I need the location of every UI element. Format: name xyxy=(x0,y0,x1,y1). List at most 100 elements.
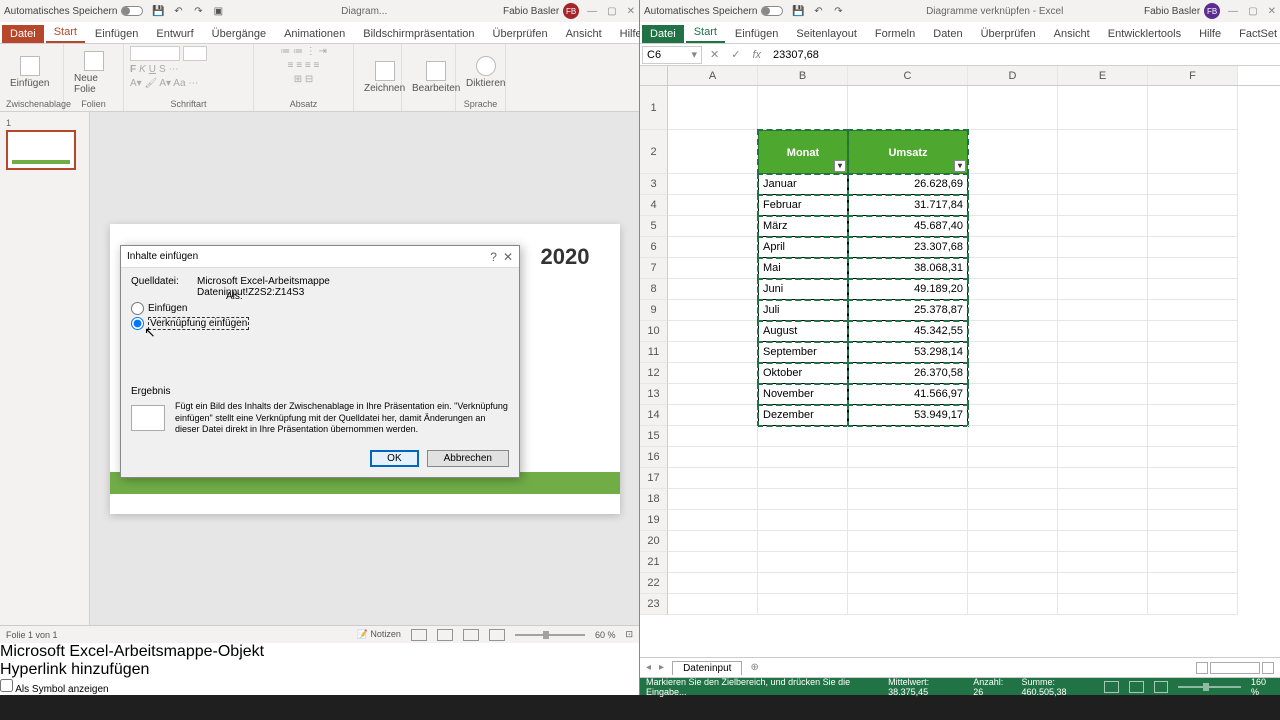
ex-view-layout-icon[interactable] xyxy=(1129,681,1144,693)
ex-tab-daten[interactable]: Daten xyxy=(925,25,970,43)
ex-view-break-icon[interactable] xyxy=(1154,681,1169,693)
close-icon[interactable]: ✕ xyxy=(627,6,635,17)
radio-link[interactable]: Verknüpfung einfügen xyxy=(131,317,509,330)
ex-maximize-icon[interactable]: ▢ xyxy=(1248,6,1257,17)
table-cell-month[interactable]: Juni xyxy=(758,279,848,300)
tab-datei[interactable]: Datei xyxy=(2,25,44,43)
autosave-toggle[interactable] xyxy=(121,6,143,16)
table-cell-month[interactable]: Dezember xyxy=(758,405,848,426)
ex-tab-ansicht[interactable]: Ansicht xyxy=(1046,25,1098,43)
add-sheet-icon[interactable]: ⊕ xyxy=(750,662,758,673)
ok-button[interactable]: OK xyxy=(370,450,418,467)
excel-grid[interactable]: A B C D E F 12Monat▾Umsatz▾3Januar26.628… xyxy=(640,66,1280,657)
hscroll-left-icon[interactable] xyxy=(1196,662,1208,674)
table-cell-value[interactable]: 25.378,87 xyxy=(848,300,968,321)
ex-autosave-toggle[interactable] xyxy=(761,6,783,16)
ppt-user-badge[interactable]: FB xyxy=(563,3,579,19)
slide-thumb-1[interactable] xyxy=(6,130,76,170)
redo-icon[interactable]: ↷ xyxy=(191,4,205,18)
ex-tab-start[interactable]: Start xyxy=(686,23,725,43)
col-A[interactable]: A xyxy=(668,66,758,85)
tab-uebergaenge[interactable]: Übergänge xyxy=(204,25,274,43)
table-cell-month[interactable]: August xyxy=(758,321,848,342)
ex-tab-factset[interactable]: FactSet xyxy=(1231,25,1280,43)
table-cell-value[interactable]: 53.949,17 xyxy=(848,405,968,426)
tab-einfuegen[interactable]: Einfügen xyxy=(87,25,146,43)
col-F[interactable]: F xyxy=(1148,66,1238,85)
col-E[interactable]: E xyxy=(1058,66,1148,85)
hscroll-right-icon[interactable] xyxy=(1262,662,1274,674)
view-sorter-icon[interactable] xyxy=(437,629,453,641)
minimize-icon[interactable]: — xyxy=(587,6,597,17)
cancel-fx-icon[interactable]: ✕ xyxy=(704,48,725,61)
col-B[interactable]: B xyxy=(758,66,848,85)
ex-redo-icon[interactable]: ↷ xyxy=(831,4,845,18)
tab-entwurf[interactable]: Entwurf xyxy=(148,25,201,43)
ex-tab-seitenlayout[interactable]: Seitenlayout xyxy=(788,25,865,43)
select-all-corner[interactable] xyxy=(640,66,668,85)
ex-tab-entwickler[interactable]: Entwicklertools xyxy=(1100,25,1189,43)
table-cell-value[interactable]: 53.298,14 xyxy=(848,342,968,363)
notes-button[interactable]: 📝 Notizen xyxy=(357,629,401,640)
ex-minimize-icon[interactable]: — xyxy=(1228,6,1238,17)
formula-value[interactable]: 23307,68 xyxy=(767,49,1280,61)
name-box[interactable]: C6▾ xyxy=(642,46,702,64)
dialog-close-icon[interactable]: ✕ xyxy=(503,250,513,264)
table-cell-value[interactable]: 45.687,40 xyxy=(848,216,968,237)
ppt-zoom-slider[interactable] xyxy=(515,634,585,636)
ex-tab-einfuegen[interactable]: Einfügen xyxy=(727,25,786,43)
radio-insert[interactable]: Einfügen xyxy=(131,302,509,315)
paste-button[interactable]: Einfügen xyxy=(6,54,53,91)
table-cell-month[interactable]: Januar xyxy=(758,174,848,195)
table-cell-value[interactable]: 23.307,68 xyxy=(848,237,968,258)
tab-animationen[interactable]: Animationen xyxy=(276,25,353,43)
table-cell-month[interactable]: Oktober xyxy=(758,363,848,384)
filter-icon[interactable]: ▾ xyxy=(834,160,846,172)
header-umsatz[interactable]: Umsatz▾ xyxy=(848,130,968,174)
ex-save-icon[interactable]: 💾 xyxy=(791,4,805,18)
dialog-help-icon[interactable]: ? xyxy=(490,250,497,264)
ex-view-normal-icon[interactable] xyxy=(1104,681,1119,693)
tab-bildschirm[interactable]: Bildschirmpräsentation xyxy=(355,25,482,43)
ex-tab-formeln[interactable]: Formeln xyxy=(867,25,923,43)
as-symbol-checkbox[interactable]: Als Symbol anzeigen xyxy=(0,679,639,695)
table-cell-month[interactable]: April xyxy=(758,237,848,258)
dictate-button[interactable]: Diktieren xyxy=(462,54,509,91)
view-reading-icon[interactable] xyxy=(463,629,479,641)
ex-user-badge[interactable]: FB xyxy=(1204,3,1220,19)
col-C[interactable]: C xyxy=(848,66,968,85)
fx-icon[interactable]: fx xyxy=(746,49,767,61)
table-cell-month[interactable]: September xyxy=(758,342,848,363)
table-cell-value[interactable]: 41.566,97 xyxy=(848,384,968,405)
ex-tab-ueberpruefen[interactable]: Überprüfen xyxy=(973,25,1044,43)
slideshow-icon[interactable]: ▣ xyxy=(211,4,225,18)
fit-icon[interactable]: ⊡ xyxy=(625,629,633,640)
table-cell-value[interactable]: 26.370,58 xyxy=(848,363,968,384)
windows-taskbar[interactable] xyxy=(0,695,1280,720)
table-cell-month[interactable]: Mai xyxy=(758,258,848,279)
table-cell-month[interactable]: Juli xyxy=(758,300,848,321)
save-icon[interactable]: 💾 xyxy=(151,4,165,18)
filter-icon[interactable]: ▾ xyxy=(954,160,966,172)
tab-ansicht[interactable]: Ansicht xyxy=(558,25,610,43)
enter-fx-icon[interactable]: ✓ xyxy=(725,48,746,61)
new-slide-button[interactable]: Neue Folie xyxy=(70,49,117,97)
table-cell-value[interactable]: 45.342,55 xyxy=(848,321,968,342)
ex-close-icon[interactable]: ✕ xyxy=(1268,6,1276,17)
table-cell-value[interactable]: 26.628,69 xyxy=(848,174,968,195)
tab-start[interactable]: Start xyxy=(46,23,85,43)
table-cell-value[interactable]: 38.068,31 xyxy=(848,258,968,279)
tab-ueberpruefen[interactable]: Überprüfen xyxy=(485,25,556,43)
ex-tab-hilfe[interactable]: Hilfe xyxy=(1191,25,1229,43)
maximize-icon[interactable]: ▢ xyxy=(607,6,616,17)
header-month[interactable]: Monat▾ xyxy=(758,130,848,174)
sheet-nav-prev-icon[interactable]: ◂ xyxy=(646,662,651,673)
table-cell-month[interactable]: November xyxy=(758,384,848,405)
undo-icon[interactable]: ↶ xyxy=(171,4,185,18)
view-normal-icon[interactable] xyxy=(411,629,427,641)
sheet-tab-dateninput[interactable]: Dateninput xyxy=(672,661,742,675)
hscroll-thumb[interactable] xyxy=(1210,662,1260,674)
col-D[interactable]: D xyxy=(968,66,1058,85)
ex-zoom-slider[interactable] xyxy=(1178,686,1241,688)
ex-undo-icon[interactable]: ↶ xyxy=(811,4,825,18)
